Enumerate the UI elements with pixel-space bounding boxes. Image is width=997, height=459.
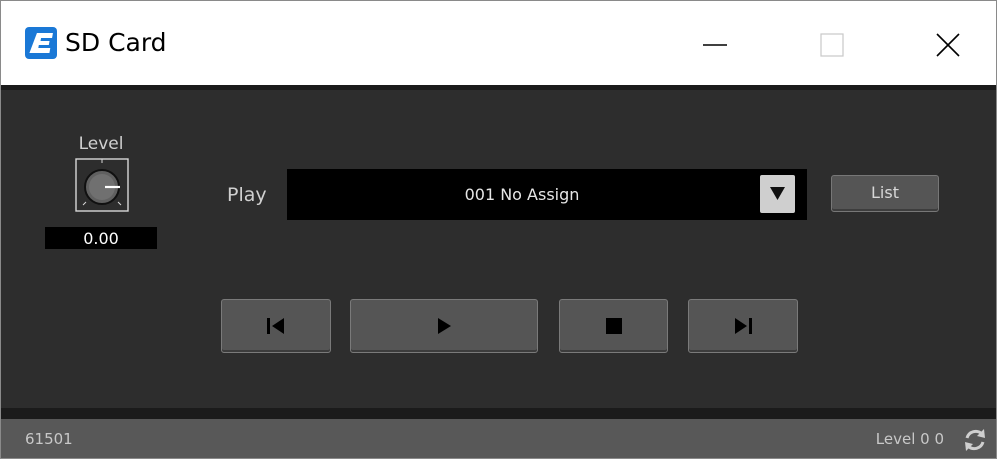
minimize-button[interactable] xyxy=(691,25,737,65)
sd-card-window: SD Card Level 0.00 Play 001 No Assign Li… xyxy=(0,0,997,459)
play-button[interactable] xyxy=(350,299,538,353)
refresh-icon[interactable] xyxy=(960,425,990,455)
next-button[interactable] xyxy=(688,299,798,353)
play-icon xyxy=(438,318,451,334)
level-value-field[interactable]: 0.00 xyxy=(45,227,157,249)
level-knob-icon[interactable] xyxy=(75,158,129,212)
maximize-icon xyxy=(820,33,844,57)
sd-card-panel: Level 0.00 Play 001 No Assign List xyxy=(1,90,996,408)
play-select[interactable]: 001 No Assign xyxy=(287,169,807,220)
stop-button[interactable] xyxy=(559,299,668,353)
status-bar: 61501 Level 0 0 xyxy=(1,419,996,458)
device-id: 61501 xyxy=(25,430,73,448)
close-button[interactable] xyxy=(925,25,971,65)
window-title: SD Card xyxy=(65,28,167,57)
previous-button[interactable] xyxy=(221,299,331,353)
list-button[interactable]: List xyxy=(831,175,939,212)
status-level: Level 0 0 xyxy=(875,430,944,448)
maximize-button[interactable] xyxy=(809,25,855,65)
dropdown-button[interactable] xyxy=(760,175,795,213)
previous-icon xyxy=(267,318,284,334)
next-icon xyxy=(735,318,752,334)
title-bar[interactable]: SD Card xyxy=(1,1,996,85)
chevron-down-icon xyxy=(770,187,785,200)
stop-icon xyxy=(605,318,622,334)
bottom-divider xyxy=(1,408,996,419)
play-label: Play xyxy=(227,184,267,206)
play-select-value: 001 No Assign xyxy=(464,185,580,204)
level-label: Level xyxy=(78,134,124,154)
close-icon xyxy=(936,33,960,57)
app-e-icon xyxy=(25,27,57,59)
minimize-icon xyxy=(703,44,727,46)
